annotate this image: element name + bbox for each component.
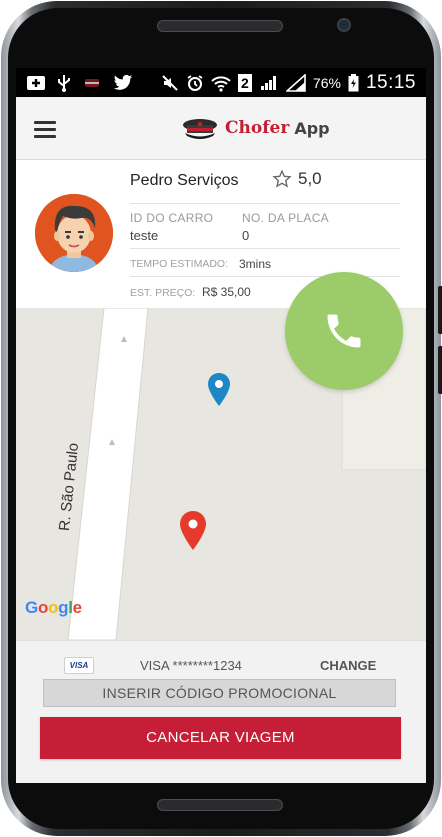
battery-percent: 76% bbox=[312, 75, 341, 91]
app-bar: Chofer App bbox=[16, 97, 426, 160]
volume-button bbox=[438, 286, 442, 334]
twitter-icon bbox=[113, 74, 133, 90]
change-payment-button[interactable]: CHANGE bbox=[320, 658, 376, 673]
earpiece-speaker bbox=[157, 20, 283, 32]
sim-badge: 2 bbox=[237, 74, 252, 92]
divider bbox=[130, 248, 400, 249]
eta-value: 3mins bbox=[239, 257, 272, 271]
divider bbox=[130, 203, 400, 204]
status-bar-left bbox=[26, 73, 133, 93]
driver-avatar bbox=[35, 194, 113, 272]
pickup-marker[interactable] bbox=[206, 372, 232, 408]
mute-icon bbox=[162, 75, 178, 91]
price-value: R$ 35,00 bbox=[202, 285, 251, 299]
driver-rating: 5,0 bbox=[272, 169, 322, 189]
rating-value: 5,0 bbox=[298, 169, 322, 188]
bottom-speaker bbox=[157, 799, 283, 811]
promo-code-button[interactable]: INSERIR CÓDIGO PROMOCIONAL bbox=[43, 679, 396, 707]
call-driver-button[interactable] bbox=[285, 272, 403, 390]
signal-icon bbox=[260, 76, 276, 90]
destination-marker[interactable] bbox=[178, 510, 208, 552]
car-id-value: teste bbox=[130, 228, 159, 243]
power-button bbox=[438, 346, 442, 394]
star-icon bbox=[272, 169, 292, 188]
hamburger-icon[interactable] bbox=[34, 121, 56, 138]
status-bar-right: 2 76% 15:15 bbox=[161, 72, 416, 93]
brand-name: Chofer bbox=[225, 118, 290, 138]
visa-card-icon: VISA bbox=[64, 657, 94, 674]
signal-icon bbox=[285, 74, 306, 92]
notification-icon bbox=[27, 76, 45, 90]
cancel-trip-button[interactable]: CANCELAR VIAGEM bbox=[40, 717, 401, 759]
price-label: EST. PREÇO: bbox=[130, 287, 196, 299]
eta-label: TEMPO ESTIMADO: bbox=[130, 258, 229, 270]
app-icon bbox=[85, 79, 99, 87]
car-id-label: ID DO CARRO bbox=[130, 211, 214, 225]
wifi-icon bbox=[211, 76, 231, 92]
screen: 2 76% 15:15 Chofer App Pedro Serviços 5,… bbox=[16, 68, 426, 783]
plate-label: NO. DA PLACA bbox=[242, 211, 329, 225]
brand-suffix: App bbox=[294, 118, 330, 138]
clock: 15:15 bbox=[365, 72, 416, 93]
front-camera bbox=[337, 18, 351, 32]
driver-name: Pedro Serviços bbox=[130, 172, 239, 189]
payment-panel: VISA VISA ********1234 CHANGE INSERIR CÓ… bbox=[16, 640, 426, 783]
status-bar: 2 76% 15:15 bbox=[16, 68, 426, 97]
google-logo: Google bbox=[25, 598, 82, 617]
plate-value: 0 bbox=[242, 228, 250, 243]
usb-icon bbox=[58, 75, 70, 92]
card-number: VISA ********1234 bbox=[140, 658, 242, 673]
phone-icon bbox=[327, 314, 361, 348]
battery-icon bbox=[348, 74, 359, 92]
chauffeur-cap-icon bbox=[183, 119, 217, 139]
app-logo: Chofer App bbox=[181, 116, 330, 140]
driver-avatar-image bbox=[35, 194, 113, 272]
alarm-icon bbox=[187, 75, 203, 91]
